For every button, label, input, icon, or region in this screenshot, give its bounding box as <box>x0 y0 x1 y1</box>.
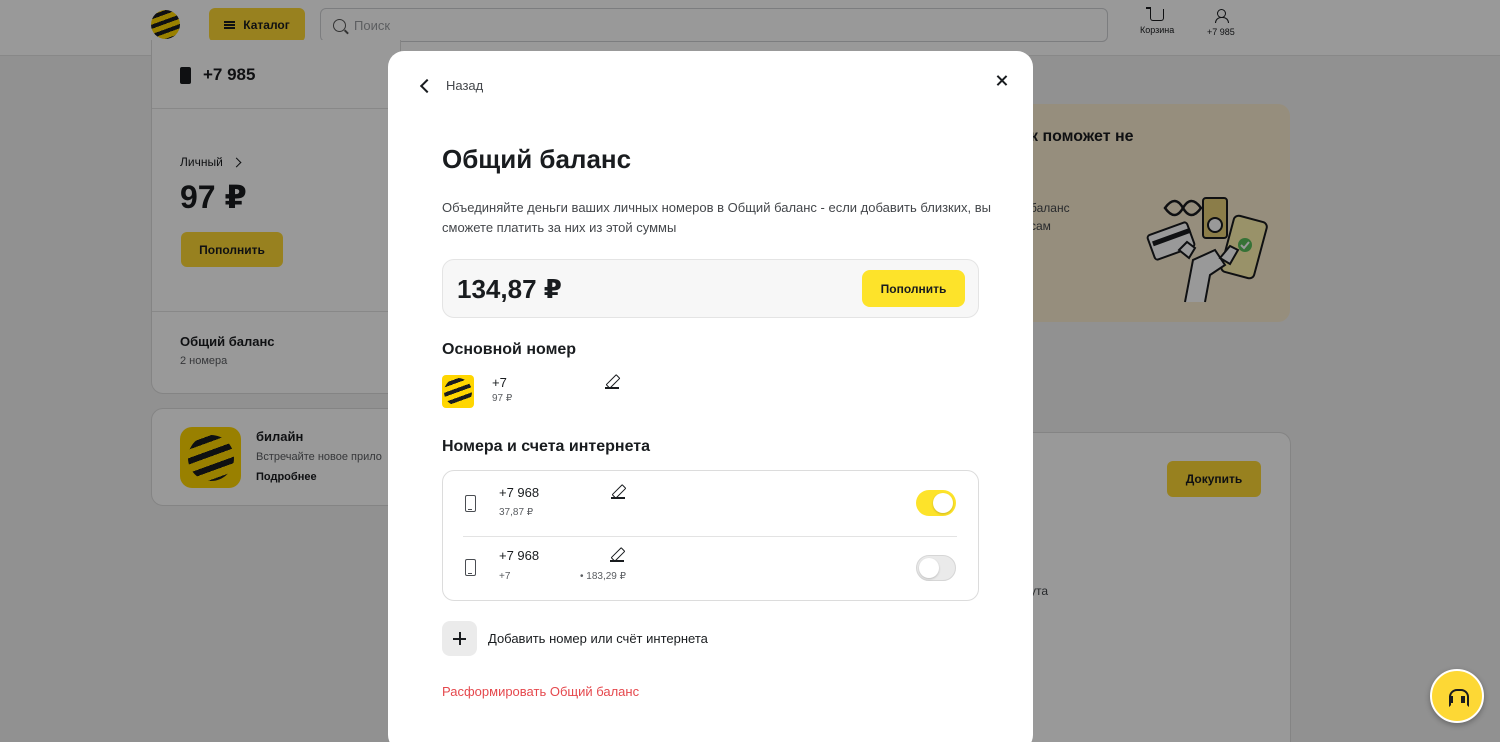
beeline-avatar <box>442 375 474 408</box>
line-balance: • 183,29 ₽ <box>580 571 627 582</box>
dissolve-balance-link[interactable]: Расформировать Общий баланс <box>442 684 639 699</box>
line-balance: 37,87 ₽ <box>499 507 534 518</box>
support-chat-button[interactable] <box>1430 669 1484 723</box>
topup-button[interactable]: Пополнить <box>862 270 965 307</box>
main-number-balance: 97 ₽ <box>492 393 513 404</box>
edit-icon[interactable] <box>611 485 625 499</box>
chevron-left-icon <box>419 78 435 93</box>
add-number-button[interactable]: Добавить номер или счёт интернета <box>442 621 708 656</box>
lines-list: +7 968 37,87 ₽ +7 968 +7 • 183,29 ₽ <box>442 470 979 601</box>
toggle-knob <box>919 558 939 578</box>
modal-title: Общий баланс <box>442 144 632 174</box>
main-number: +7 <box>492 375 507 390</box>
back-label: Назад <box>446 78 484 93</box>
modal-description: Объединяйте деньги ваших личных номеров … <box>442 200 991 235</box>
headset-icon <box>1449 688 1469 707</box>
edit-icon[interactable] <box>610 548 624 562</box>
line-toggle[interactable] <box>916 490 956 516</box>
back-button[interactable]: Назад <box>418 78 483 93</box>
line-number: +7 968 <box>499 485 540 500</box>
edit-icon[interactable] <box>605 375 619 389</box>
line-toggle[interactable] <box>916 555 956 581</box>
shared-balance-value: 134,87 ₽ <box>457 274 562 304</box>
phone-icon <box>465 495 476 512</box>
phone-icon <box>465 559 476 576</box>
line-number: +7 968 <box>499 548 540 563</box>
balance-panel: 134,87 ₽ Пополнить <box>442 259 979 318</box>
plus-icon <box>442 621 477 656</box>
main-number-heading: Основной номер <box>442 341 577 358</box>
close-icon[interactable] <box>994 73 1010 89</box>
shared-balance-modal: Назад Общий баланс Объединяйте деньги ва… <box>388 51 1033 742</box>
lines-heading: Номера и счета интернета <box>442 438 650 455</box>
divider <box>463 536 957 537</box>
toggle-knob <box>933 493 953 513</box>
line-sub-number: +7 <box>499 571 511 582</box>
add-number-label: Добавить номер или счёт интернета <box>488 631 708 646</box>
